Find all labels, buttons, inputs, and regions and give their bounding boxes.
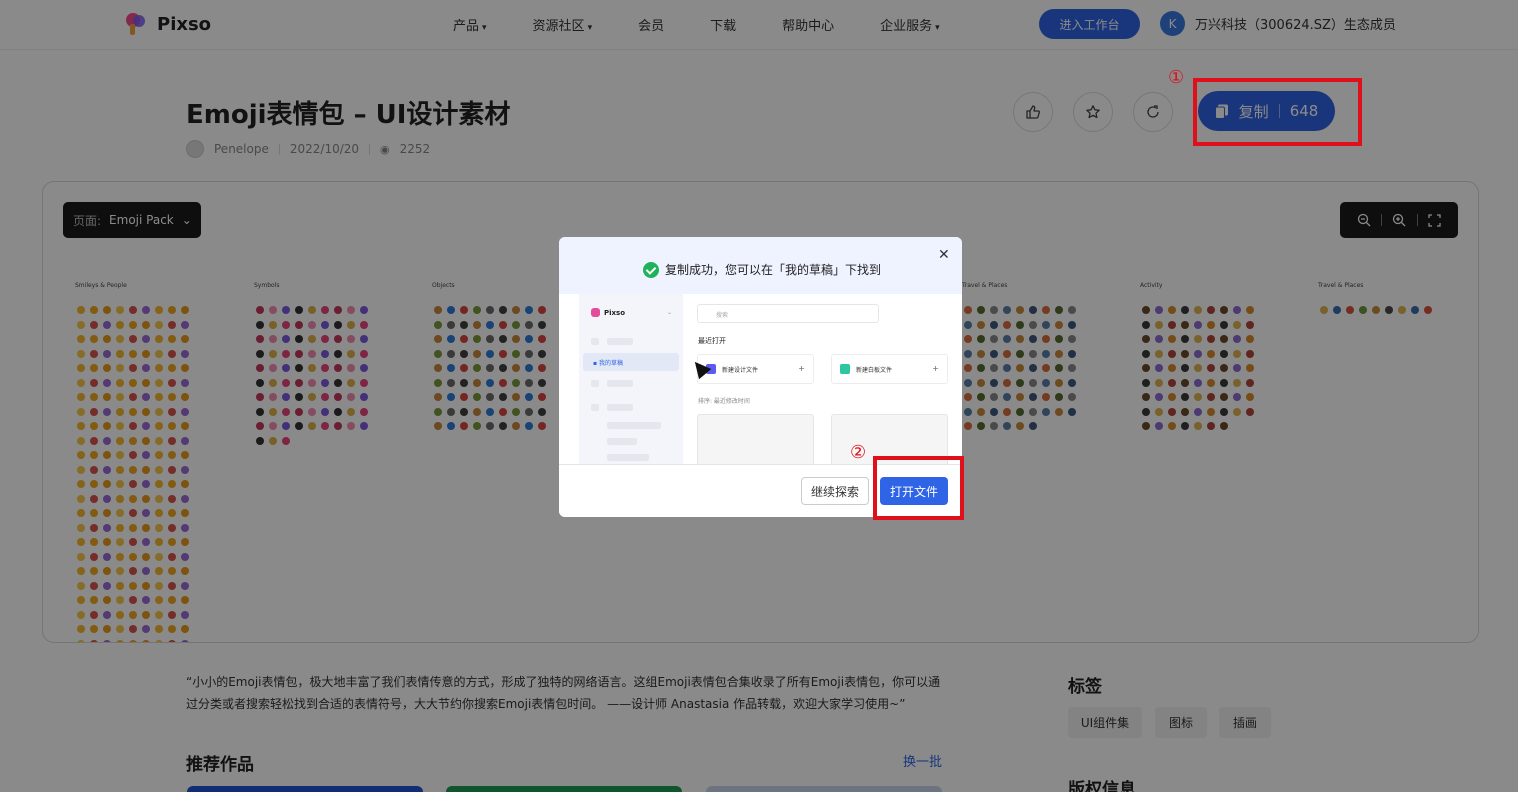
- preview-card-label: 新建设计文件: [722, 366, 759, 374]
- plus-icon: +: [798, 364, 805, 373]
- dialog-title-text: 复制成功，您可以在「我的草稿」下找到: [665, 263, 882, 277]
- preview-recent-label: 最近打开: [698, 337, 726, 345]
- placeholder-bar: [607, 404, 633, 411]
- plus-icon: +: [932, 364, 939, 373]
- annotation-marker-2: ②: [850, 442, 867, 463]
- close-icon[interactable]: ✕: [938, 247, 950, 263]
- preview-search: 搜索: [697, 304, 879, 323]
- preview-new-whiteboard-card: 新建白板文件 +: [831, 354, 948, 384]
- preview-sort-label: 排序: 最近修改时间: [698, 398, 750, 405]
- placeholder-bar: [607, 438, 637, 445]
- preview-new-design-card: 新建设计文件 +: [697, 354, 814, 384]
- preview-active-label: ▪ 我的草稿: [593, 360, 623, 367]
- annotation-marker-1: ①: [1168, 67, 1185, 88]
- preview-logo: Pixso: [591, 308, 625, 317]
- annotation-box-copy: [1193, 78, 1362, 146]
- preview-card-label: 新建白板文件: [856, 366, 893, 374]
- placeholder-bar: [607, 422, 661, 429]
- continue-explore-button[interactable]: 继续探索: [801, 477, 869, 505]
- placeholder-bar: [607, 338, 633, 345]
- preview-sidebar: Pixso ⌄ ▪ 我的草稿: [579, 294, 683, 464]
- whiteboard-file-icon: [840, 364, 850, 374]
- placeholder-bar: [607, 454, 649, 461]
- placeholder-bar: [591, 380, 599, 387]
- dialog-title: 复制成功，您可以在「我的草稿」下找到: [643, 261, 881, 278]
- placeholder-bar: [591, 404, 599, 411]
- annotation-box-open: [873, 456, 964, 520]
- preview-app-window: Pixso ⌄ ▪ 我的草稿 搜索 最近打开 新建设计文件 + 新建白板文件 +…: [579, 294, 962, 464]
- preview-file-thumb: [697, 414, 814, 464]
- preview-logo-text: Pixso: [604, 308, 626, 317]
- chevron-down-icon: ⌄: [667, 309, 673, 316]
- placeholder-bar: [591, 338, 599, 345]
- preview-active-label-text: 我的草稿: [598, 360, 623, 367]
- drafts-preview-image: Pixso ⌄ ▪ 我的草稿 搜索 最近打开 新建设计文件 + 新建白板文件 +…: [579, 294, 962, 464]
- pixso-logo-icon: [591, 308, 600, 317]
- placeholder-bar: [607, 380, 633, 387]
- check-circle-icon: [643, 261, 659, 278]
